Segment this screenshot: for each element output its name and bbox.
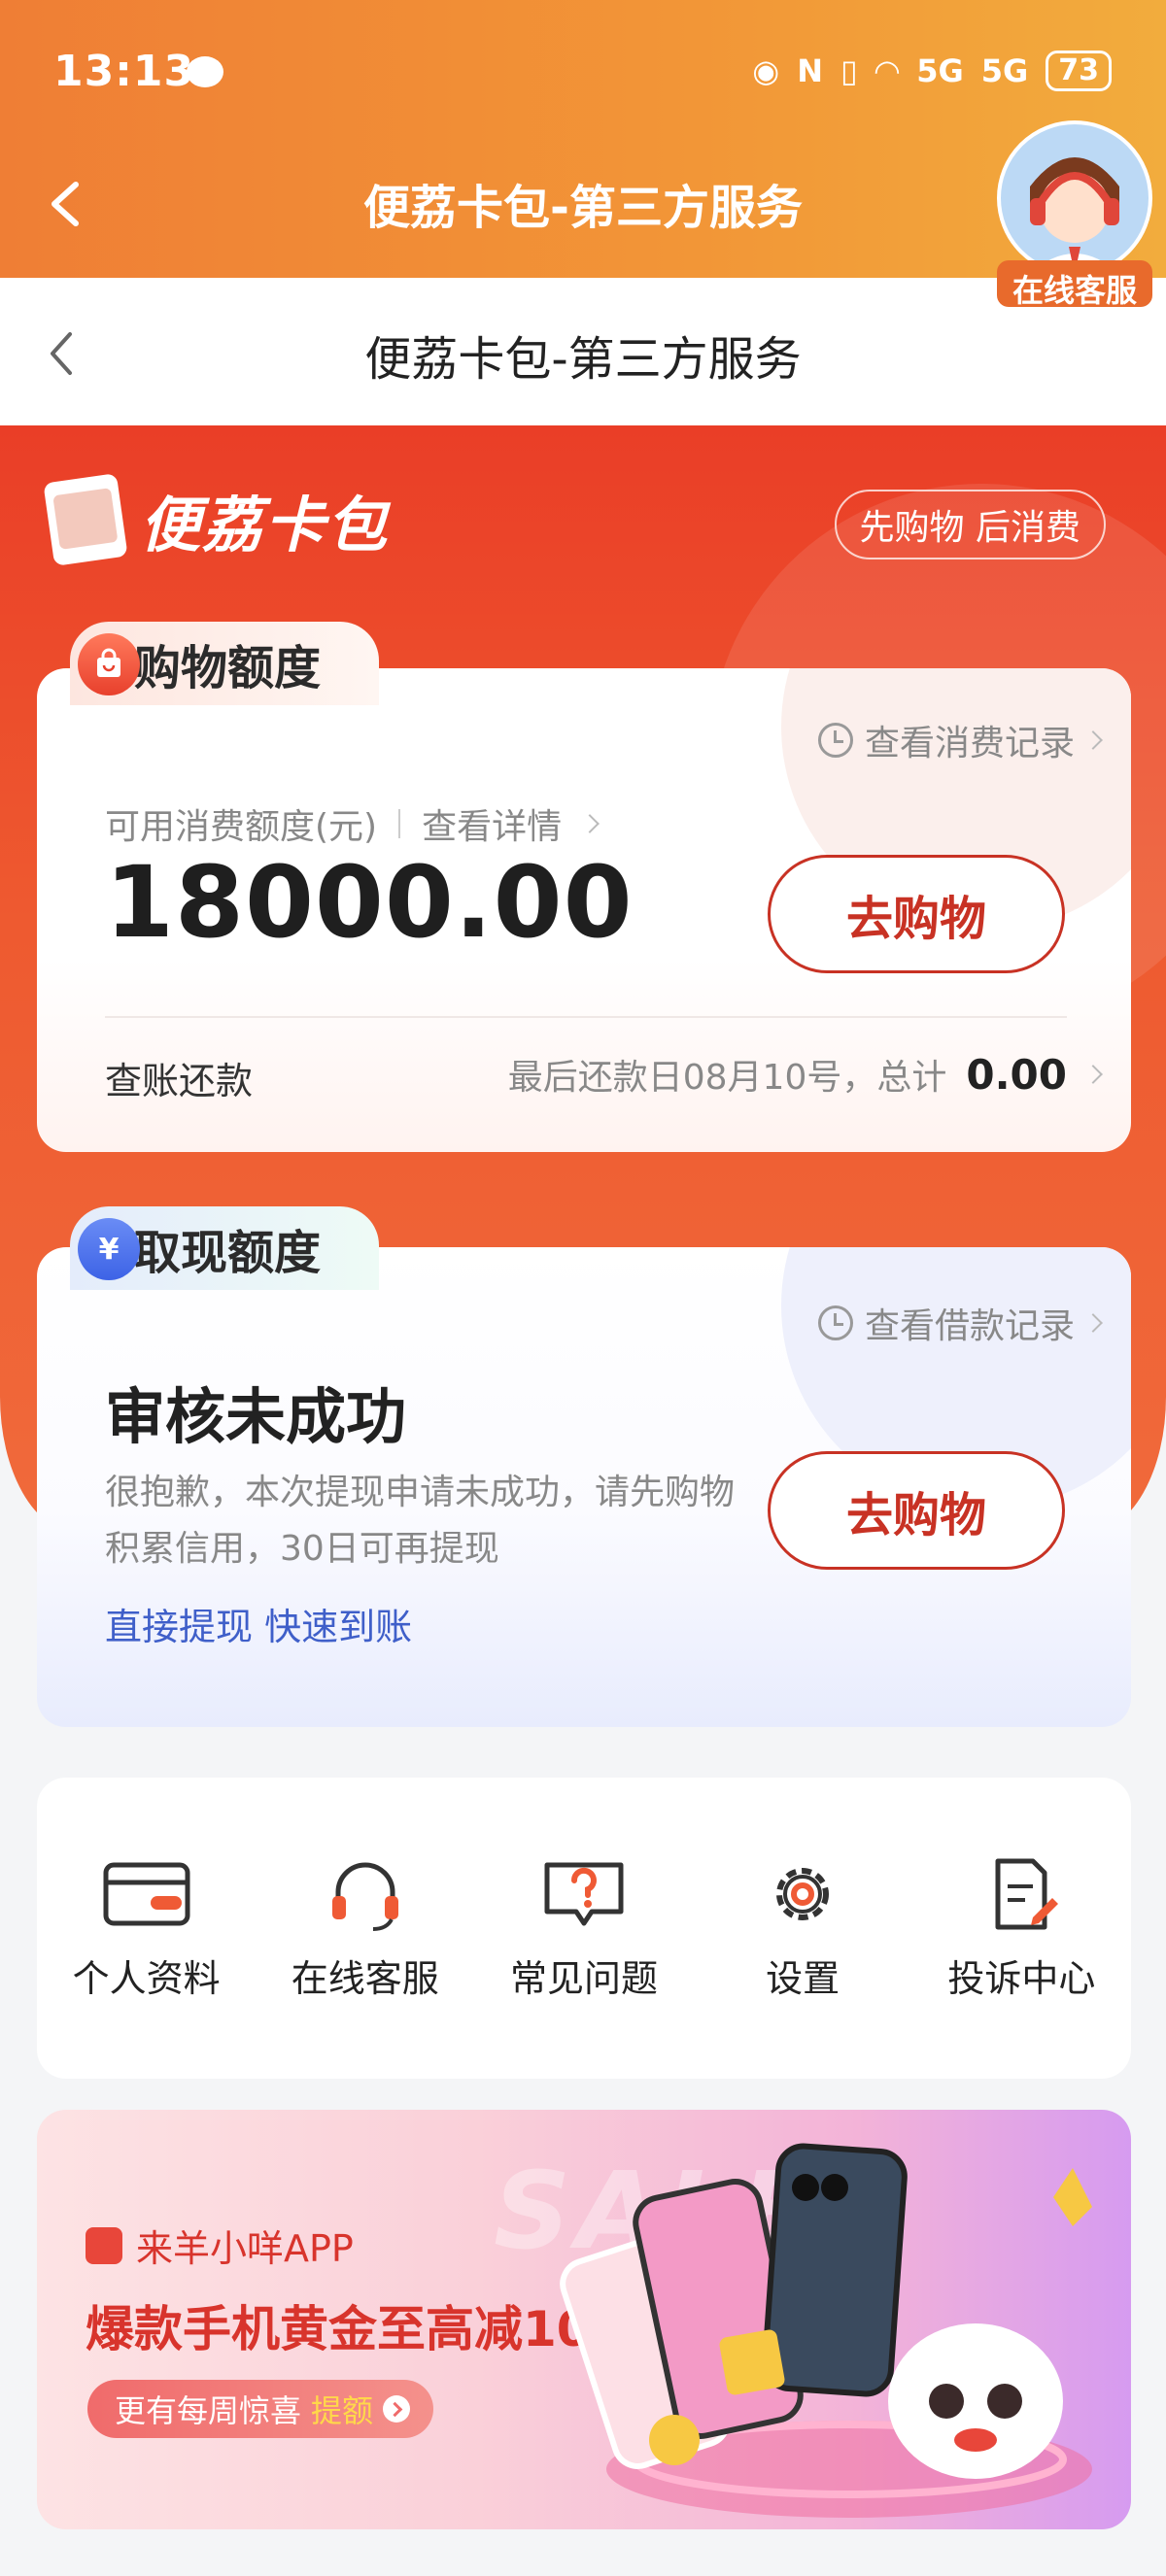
- due-date-text: 最后还款日08月10号，总计: [507, 1058, 947, 1098]
- menu-item-online-service[interactable]: 在线客服: [268, 1855, 463, 2079]
- eye-icon: ◉: [752, 52, 780, 89]
- menu-item-settings[interactable]: 设置: [705, 1855, 900, 2079]
- menu-item-complaint[interactable]: 投诉中心: [924, 1855, 1118, 2079]
- shopping-credit-tab: 购物额度: [70, 622, 380, 705]
- menu-label: 个人资料: [72, 1957, 221, 2000]
- wallet-logo-icon: [43, 473, 128, 566]
- chevron-right-icon: [1083, 1313, 1103, 1333]
- wifi-icon: ◠: [874, 52, 900, 89]
- chevron-right-icon: [1083, 730, 1103, 750]
- online-service-badge[interactable]: 在线客服: [991, 119, 1158, 313]
- battery-indicator: 73: [1046, 51, 1112, 91]
- divider: [398, 809, 401, 838]
- sheep-app-logo-icon: [86, 2226, 122, 2264]
- view-details-link[interactable]: 查看详情: [422, 798, 562, 849]
- fast-withdraw-link[interactable]: 直接提现 快速到账: [105, 1597, 412, 1650]
- promo-banner[interactable]: SALE 来羊小咩APP 爆款手机黄金至高减1000元 更有每周惊喜提额: [37, 2110, 1131, 2529]
- banner-cta-text: 更有每周惊喜: [115, 2392, 302, 2429]
- online-service-label: 在线客服: [1012, 272, 1137, 309]
- quick-menu: 个人资料 在线客服 常见问题 设置 投诉中心: [37, 1778, 1131, 2079]
- headset-icon: [331, 1862, 398, 1931]
- banner-illustration: [560, 2143, 1092, 2518]
- banner-cta-highlight: 提额: [311, 2392, 374, 2429]
- cash-icon: ¥: [78, 1218, 140, 1280]
- loan-record-link[interactable]: 查看借款记录: [817, 1298, 1103, 1348]
- status-icons: ◉ N ▯ ◠ 5G 5G 73: [752, 51, 1112, 91]
- shopping-credit-title: 购物额度: [134, 641, 322, 695]
- cash-credit-title: 取现额度: [134, 1226, 322, 1280]
- card-icon: [103, 1862, 190, 1926]
- shopping-bag-icon: [78, 633, 140, 695]
- brand-slogan: 先购物 后消费: [834, 490, 1106, 559]
- gear-icon: [776, 1868, 830, 1920]
- review-status-description: 很抱歉，本次提现申请未成功，请先购物积累信用，30日可再提现: [105, 1473, 736, 1569]
- review-status-title: 审核未成功: [105, 1381, 407, 1452]
- clock-icon: [817, 1305, 853, 1340]
- banner-app-line: 来羊小咩APP: [86, 2219, 354, 2272]
- loan-record-label: 查看借款记录: [864, 1306, 1075, 1346]
- available-amount: 18000.00: [105, 845, 634, 961]
- web-title: 便荔卡包-第三方服务: [364, 332, 802, 387]
- banner-cta[interactable]: 更有每周惊喜 提额: [87, 2380, 434, 2438]
- menu-item-faq[interactable]: 常见问题: [487, 1855, 681, 2079]
- arrow-right-icon: [383, 2395, 411, 2423]
- card-divider: [105, 1016, 1067, 1018]
- available-limit-row: 可用消费额度(元) 查看详情: [105, 798, 600, 849]
- menu-label: 投诉中心: [947, 1957, 1096, 2000]
- cash-credit-tab: ¥ 取现额度: [70, 1206, 380, 1290]
- nfc-icon: N: [797, 52, 823, 89]
- vibrate-icon: ▯: [840, 52, 858, 89]
- go-shopping-button[interactable]: 去购物: [768, 855, 1065, 973]
- message-icon: [187, 56, 223, 87]
- signal-1: 5G: [916, 52, 964, 89]
- menu-label: 设置: [766, 1957, 840, 2000]
- brand-name: 便荔卡包: [140, 490, 390, 560]
- complaint-icon: [995, 1858, 1059, 1930]
- chevron-right-icon: [1083, 1065, 1103, 1084]
- available-limit-label: 可用消费额度(元): [105, 807, 378, 847]
- status-time: 13:13: [53, 47, 195, 96]
- bill-repay-label[interactable]: 查账还款: [105, 1051, 253, 1104]
- brand: 便荔卡包: [43, 473, 390, 566]
- bill-total: 0.00: [966, 1050, 1067, 1099]
- menu-label: 在线客服: [291, 1957, 439, 2000]
- consumption-record-label: 查看消费记录: [864, 724, 1075, 763]
- banner-app-name: 来羊小咩APP: [136, 2227, 354, 2270]
- bill-repay-info[interactable]: 最后还款日08月10号，总计 0.00: [507, 1049, 1103, 1100]
- menu-label: 常见问题: [509, 1957, 658, 2000]
- consumption-record-link[interactable]: 查看消费记录: [817, 715, 1103, 765]
- menu-item-profile[interactable]: 个人资料: [50, 1855, 244, 2079]
- clock-icon: [817, 723, 853, 758]
- go-shopping-button-2[interactable]: 去购物: [768, 1451, 1065, 1570]
- question-icon: [544, 1862, 624, 1926]
- chevron-right-icon: [580, 814, 600, 833]
- signal-2: 5G: [980, 52, 1029, 89]
